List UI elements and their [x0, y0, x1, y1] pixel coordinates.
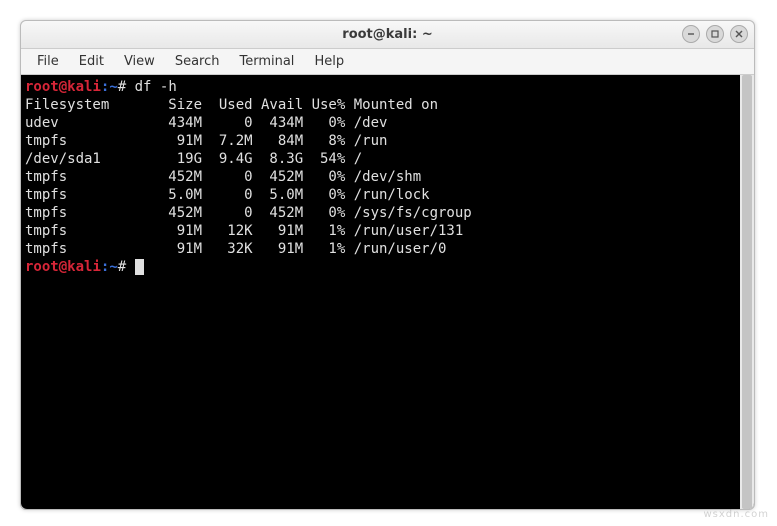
window-controls [682, 25, 748, 43]
menu-help[interactable]: Help [304, 51, 354, 72]
terminal-output[interactable]: root@kali:~# df -h Filesystem Size Used … [21, 75, 740, 509]
maximize-button[interactable] [706, 25, 724, 43]
minimize-button[interactable] [682, 25, 700, 43]
scrollbar-thumb[interactable] [742, 75, 752, 509]
close-icon [734, 29, 744, 39]
titlebar: root@kali: ~ [21, 21, 754, 49]
menu-view[interactable]: View [114, 51, 165, 72]
terminal-window: root@kali: ~ File Edit View Search Termi… [20, 20, 755, 510]
minimize-icon [686, 29, 696, 39]
menu-terminal[interactable]: Terminal [229, 51, 304, 72]
close-button[interactable] [730, 25, 748, 43]
menu-search[interactable]: Search [165, 51, 230, 72]
watermark: wsxdn.com [703, 509, 769, 520]
terminal-container: root@kali:~# df -h Filesystem Size Used … [21, 75, 754, 509]
menu-file[interactable]: File [27, 51, 69, 72]
menu-edit[interactable]: Edit [69, 51, 114, 72]
scrollbar[interactable] [740, 75, 754, 509]
menubar: File Edit View Search Terminal Help [21, 49, 754, 75]
window-title: root@kali: ~ [21, 27, 754, 42]
maximize-icon [710, 29, 720, 39]
